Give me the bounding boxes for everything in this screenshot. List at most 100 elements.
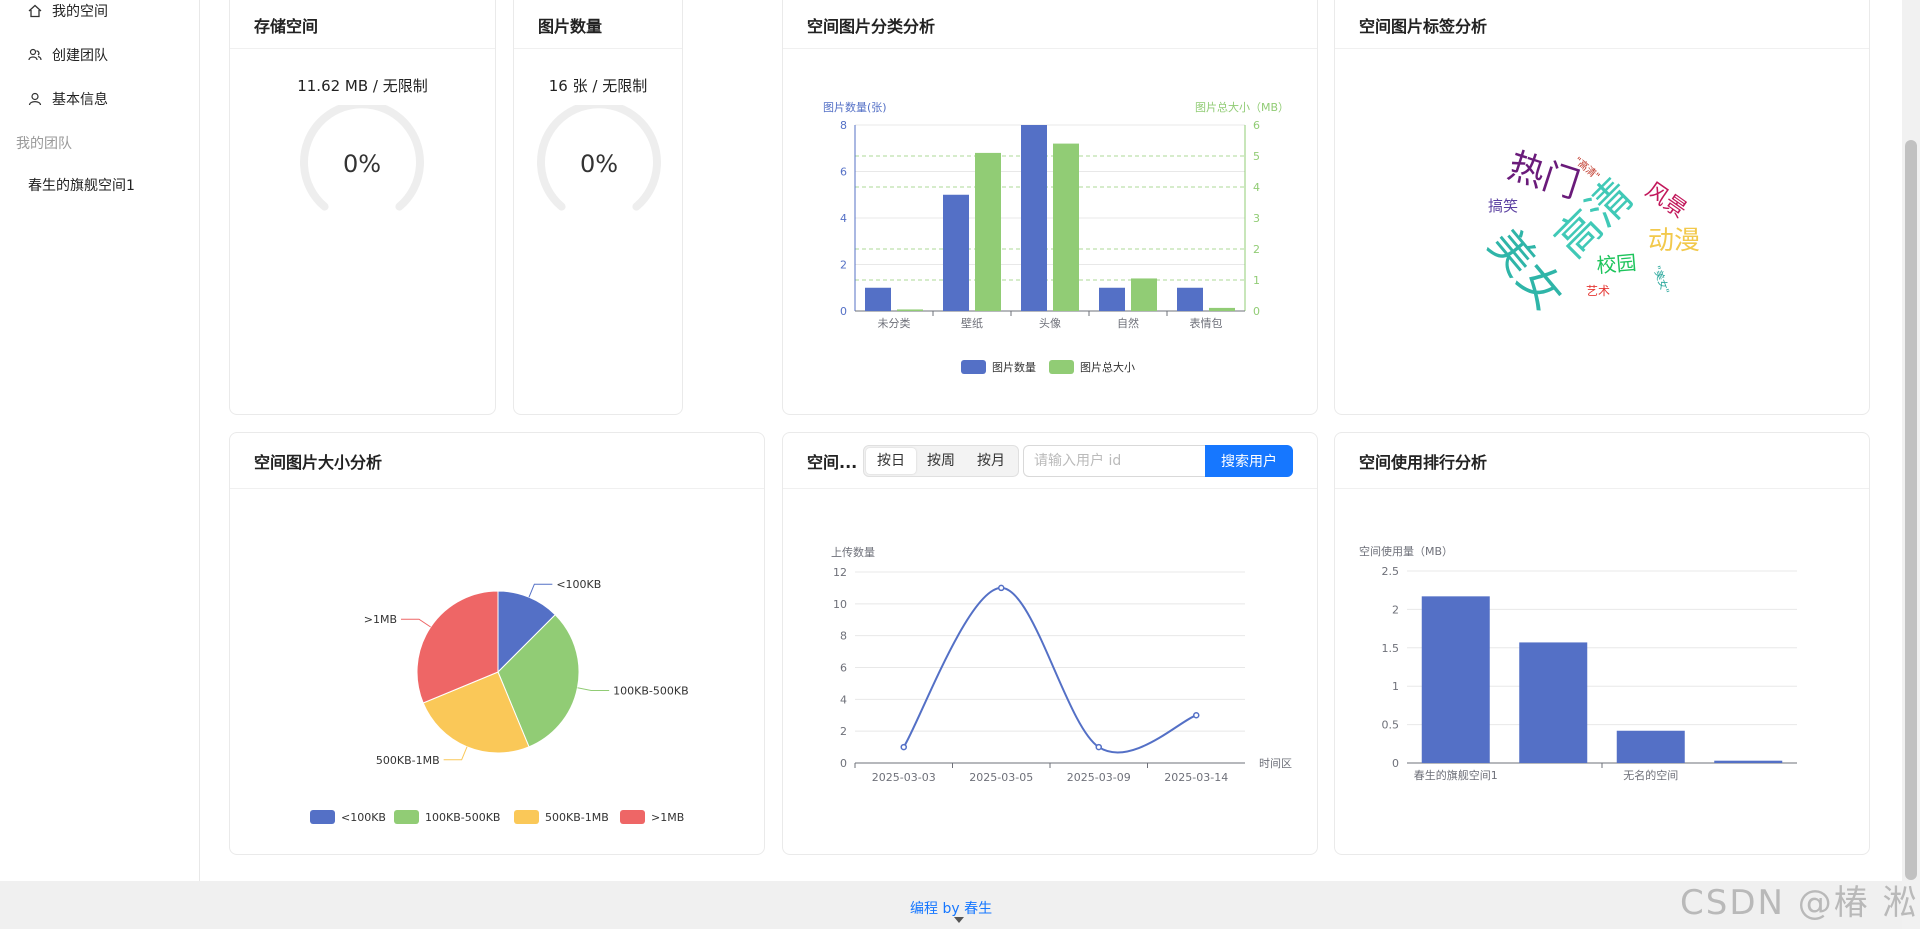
team-icon bbox=[24, 48, 46, 62]
y-tick: 2 bbox=[1392, 603, 1399, 616]
segment-by-week[interactable]: 按周 bbox=[916, 448, 966, 474]
x-tick-label: 壁纸 bbox=[961, 316, 983, 330]
legend-label: 100KB-500KB bbox=[425, 811, 500, 824]
tag-wordcloud: 热门高清美女风景动漫校园搞笑"高清"艺术 "美女" bbox=[1478, 145, 1700, 319]
y-axis-right-label: 图片总大小（MB） bbox=[1195, 100, 1289, 114]
y-tick-left: 6 bbox=[840, 166, 847, 179]
y-tick: 0 bbox=[1392, 757, 1399, 770]
sidebar-item-label: 我的空间 bbox=[52, 4, 108, 20]
upload-line-chart: 上传数量 0 2 4 6 8 10 12 时间区 2025-03-03 2025-03-05 2025… bbox=[831, 546, 1292, 784]
x-tick-label: 春生的旗舰空间1 bbox=[1414, 768, 1498, 782]
sidebar-item-label: 春生的旗舰空间1 bbox=[28, 178, 135, 194]
watermark: CSDN @椿 淞 bbox=[1680, 883, 1919, 923]
line-series bbox=[902, 586, 1197, 754]
y-tick: 12 bbox=[833, 566, 847, 579]
x-tick-label: 未分类 bbox=[878, 316, 911, 330]
bar-size bbox=[1131, 278, 1157, 311]
home-icon bbox=[24, 4, 46, 18]
search-user-button[interactable]: 搜索用户 bbox=[1205, 445, 1293, 477]
size-analysis-card: 空间图片大小分析 <100KB 100KB-500KB 500KB-1MB >1MB <… bbox=[229, 432, 765, 855]
y-tick-right: 4 bbox=[1253, 181, 1260, 194]
y-tick: 1 bbox=[1392, 680, 1399, 693]
segment-by-month[interactable]: 按月 bbox=[966, 448, 1016, 474]
y-tick-left: 8 bbox=[840, 119, 847, 132]
x-tick-label: 表情包 bbox=[1190, 316, 1223, 330]
y-tick-left: 2 bbox=[840, 259, 847, 272]
line-point bbox=[998, 584, 1005, 592]
storage-gauge-percent: 0% bbox=[343, 150, 381, 178]
legend-swatch bbox=[310, 810, 335, 824]
bar-size bbox=[975, 152, 1001, 311]
y-tick: 0 bbox=[840, 757, 847, 770]
usage-rank-chart: 空间使用量（MB） 0 0.5 1 1.5 2 2.5 春生的旗舰空间1 无名的空间 bbox=[1359, 544, 1797, 782]
footer: 编程 by 春生 bbox=[0, 881, 1902, 929]
sidebar-item-label: 基本信息 bbox=[52, 92, 108, 108]
user-id-search-input[interactable] bbox=[1023, 445, 1205, 477]
sidebar: 我的空间 创建团队 基本信息 我的团队 春生的旗舰空间1 bbox=[0, 0, 200, 881]
main-content: 存储空间 11.62 MB / 无限制 0% 图片数量 16 张 / 无限制 0… bbox=[200, 0, 1902, 881]
image-count-gauge: 0% bbox=[537, 105, 661, 211]
scrollbar[interactable] bbox=[1902, 0, 1920, 929]
legend-swatch bbox=[514, 810, 539, 824]
category-analysis-card: 空间图片分类分析 图片数量(张) 图片总大小（MB） 0 1 2 3 4 5 6 0 2 4 6 8 未分类… bbox=[782, 0, 1318, 415]
sidebar-item-team-space[interactable]: 春生的旗舰空间1 bbox=[28, 170, 135, 200]
chevron-down-icon[interactable] bbox=[952, 914, 966, 926]
storage-value: 11.62 MB / 无限制 bbox=[297, 77, 428, 95]
segment-by-day[interactable]: 按日 bbox=[866, 448, 916, 474]
x-tick-label: 2025-03-05 bbox=[969, 771, 1033, 784]
storage-gauge: 0% bbox=[300, 105, 424, 211]
y-tick-right: 1 bbox=[1253, 274, 1260, 287]
wordcloud-word: 搞笑 bbox=[1488, 197, 1518, 215]
wordcloud-word: "美女" bbox=[1650, 264, 1672, 296]
y-tick: 6 bbox=[840, 662, 847, 675]
y-tick: 2.5 bbox=[1382, 565, 1400, 578]
y-axis-label: 空间使用量（MB） bbox=[1359, 544, 1453, 558]
x-tick-label: 2025-03-09 bbox=[1067, 771, 1131, 784]
storage-card: 存储空间 11.62 MB / 无限制 0% bbox=[229, 0, 496, 415]
y-tick: 4 bbox=[840, 693, 847, 706]
y-tick: 1.5 bbox=[1382, 642, 1400, 655]
pie-label-line bbox=[528, 583, 553, 598]
image-count-gauge-percent: 0% bbox=[580, 150, 618, 178]
pie-label: 100KB-500KB bbox=[613, 685, 688, 698]
tag-analysis-card: 空间图片标签分析 热门 高清 美女 风景 动漫 校园 搞笑 "高清" 艺术 "美女" bbox=[1334, 0, 1870, 415]
sidebar-item-label: 创建团队 bbox=[52, 48, 108, 64]
y-tick: 2 bbox=[840, 725, 847, 738]
line-point bbox=[1193, 712, 1200, 719]
sidebar-item-create-team[interactable]: 创建团队 bbox=[24, 40, 108, 70]
y-tick-left: 4 bbox=[840, 212, 847, 225]
pie-label: <100KB bbox=[556, 578, 601, 591]
legend-label: 500KB-1MB bbox=[545, 811, 609, 824]
bar-count bbox=[1177, 287, 1203, 311]
pie-label-line bbox=[577, 687, 610, 692]
y-tick-right: 5 bbox=[1253, 150, 1260, 163]
y-axis-label: 上传数量 bbox=[831, 546, 875, 559]
wordcloud-word: 校园 bbox=[1595, 250, 1637, 277]
image-count-card: 图片数量 16 张 / 无限制 0% bbox=[513, 0, 683, 415]
card-title: 图片数量 bbox=[514, 0, 682, 49]
user-icon bbox=[24, 92, 46, 106]
y-axis-left-label: 图片数量(张) bbox=[823, 101, 887, 114]
usage-rank-card: 空间使用排行分析 空间使用量（MB） 0 0.5 1 1.5 2 2.5 春生的旗舰空间1 无名… bbox=[1334, 432, 1870, 855]
bar-usage bbox=[1714, 760, 1783, 763]
card-title: 空间图片大小分析 bbox=[230, 433, 764, 489]
y-tick-left: 0 bbox=[840, 305, 847, 318]
x-tick-label: 2025-03-14 bbox=[1164, 771, 1228, 784]
x-tick-label: 头像 bbox=[1039, 317, 1061, 330]
line-point bbox=[1095, 743, 1102, 751]
card-title: 存储空间 bbox=[230, 0, 495, 49]
x-axis-label: 时间区 bbox=[1259, 757, 1292, 770]
sidebar-item-basic-info[interactable]: 基本信息 bbox=[24, 84, 108, 114]
bar-count bbox=[1021, 125, 1047, 311]
legend-label: 图片数量 bbox=[992, 361, 1036, 374]
bar-usage bbox=[1421, 596, 1490, 763]
scrollbar-thumb[interactable] bbox=[1905, 140, 1917, 880]
size-pie-chart: <100KB 100KB-500KB 500KB-1MB >1MB <100KB 100K… bbox=[310, 578, 689, 824]
sidebar-item-my-space[interactable]: 我的空间 bbox=[24, 0, 108, 26]
y-tick-right: 2 bbox=[1253, 243, 1260, 256]
pie-label-line bbox=[443, 746, 468, 761]
image-count-value: 16 张 / 无限制 bbox=[548, 77, 648, 95]
legend-label: <100KB bbox=[341, 811, 386, 824]
bar-usage bbox=[1519, 642, 1588, 763]
bar-size bbox=[1209, 307, 1235, 311]
